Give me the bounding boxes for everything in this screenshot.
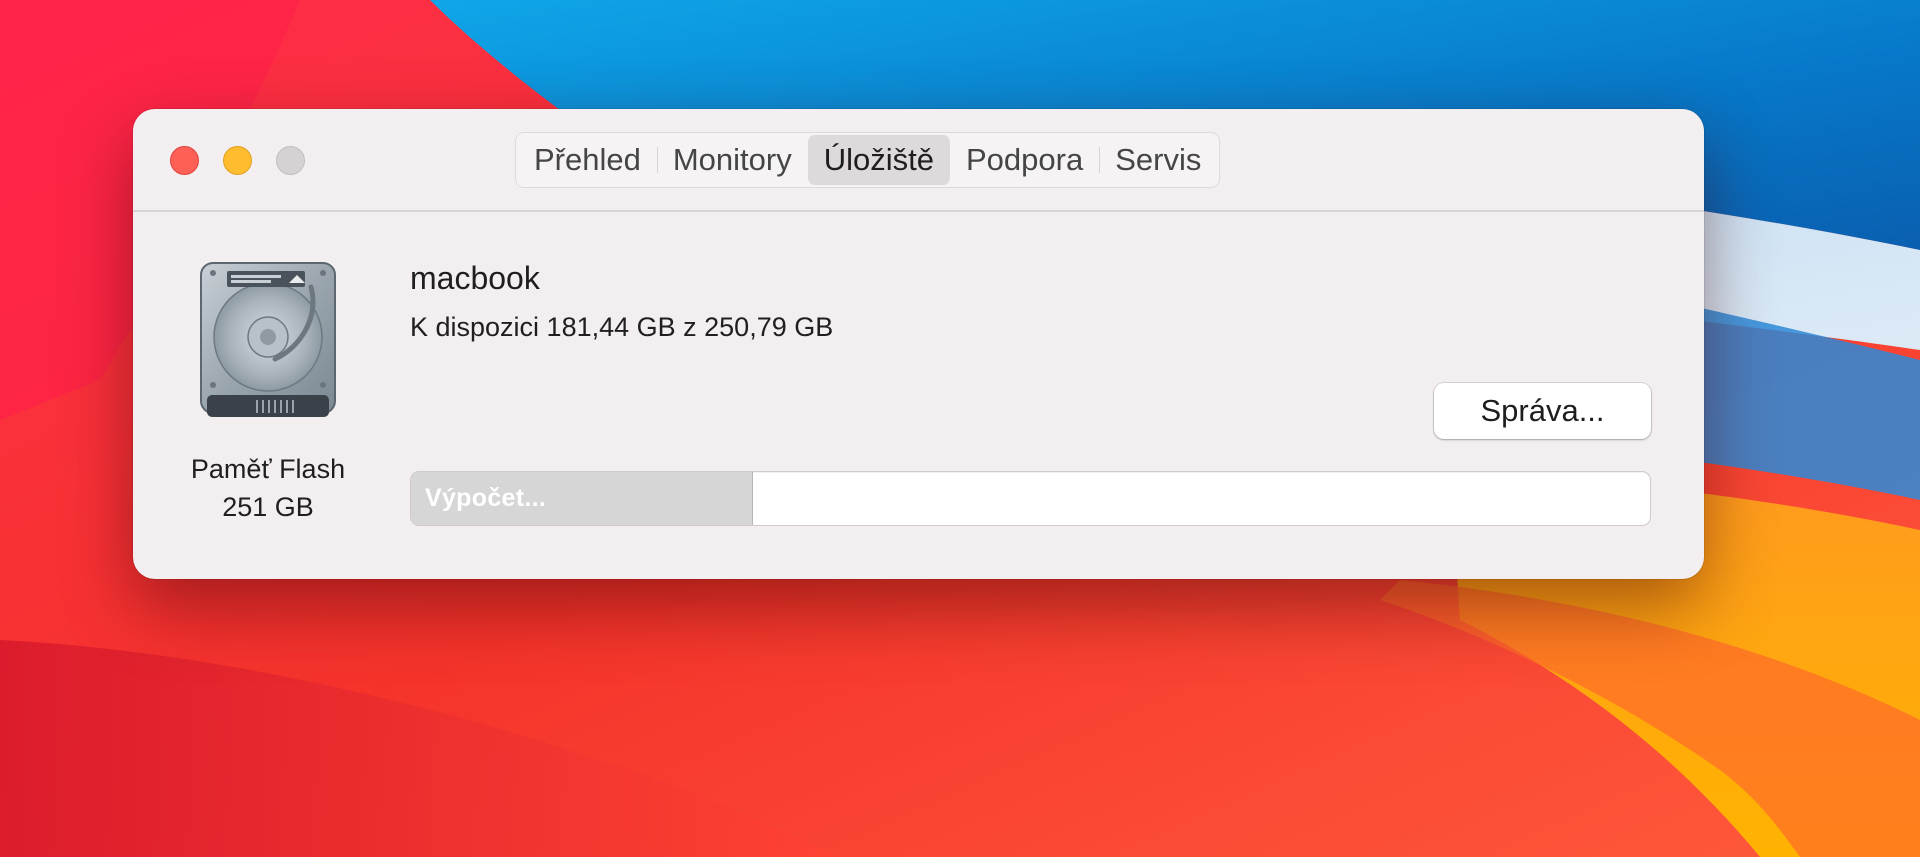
tab-overview[interactable]: Přehled (518, 135, 657, 185)
volume-name: macbook (410, 260, 540, 296)
volume-available-text: K dispozici 181,44 GB z 250,79 GB (410, 312, 834, 342)
hard-drive-icon (200, 262, 336, 417)
close-window-button[interactable] (170, 146, 199, 175)
desktop: Přehled Monitory Úložiště Podpora Servis (0, 0, 1920, 857)
storage-usage-bar: Výpočet... (410, 471, 1651, 526)
tab-bar: Přehled Monitory Úložiště Podpora Servis (515, 132, 1221, 188)
manage-button[interactable]: Správa... (1434, 383, 1651, 439)
tab-service[interactable]: Servis (1099, 135, 1217, 185)
disk-caption: Paměť Flash 251 GB (163, 450, 373, 526)
tab-support[interactable]: Podpora (950, 135, 1099, 185)
zoom-window-button[interactable] (276, 146, 305, 175)
storage-calculating-label: Výpočet... (425, 484, 547, 512)
disk-type-label: Paměť Flash (190, 454, 346, 484)
tab-displays[interactable]: Monitory (656, 135, 808, 185)
storage-pane: Paměť Flash 251 GB macbook K dispozici 1… (133, 212, 1704, 579)
tab-storage[interactable]: Úložiště (807, 135, 950, 185)
minimize-window-button[interactable] (223, 146, 252, 175)
window-toolbar: Přehled Monitory Úložiště Podpora Servis (133, 109, 1704, 212)
disk-capacity-label: 251 GB (222, 492, 314, 522)
system-information-window: Přehled Monitory Úložiště Podpora Servis (133, 109, 1704, 579)
